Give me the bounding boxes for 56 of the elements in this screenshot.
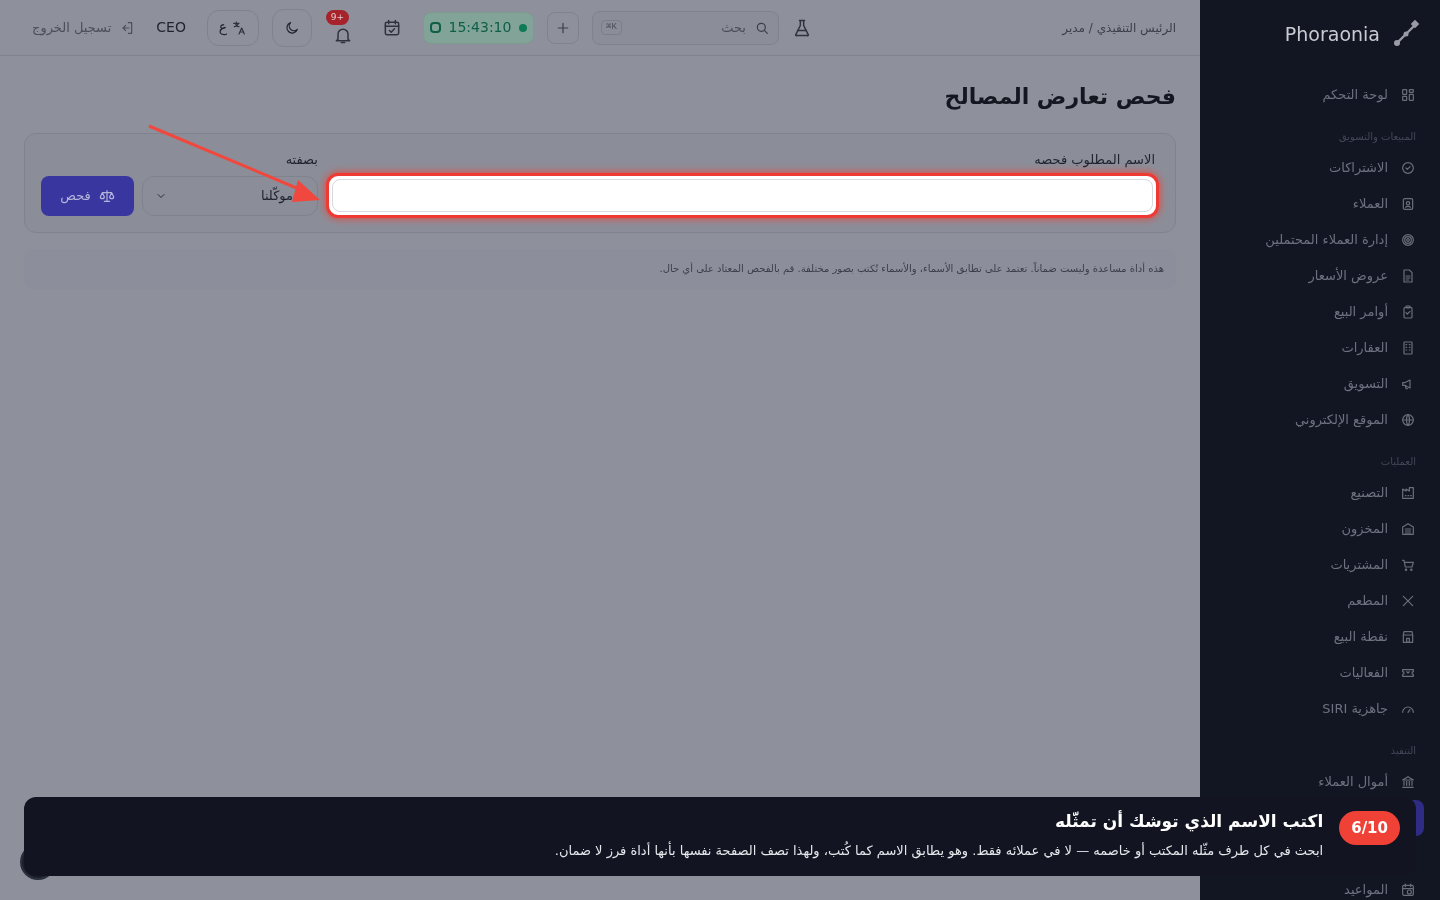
notification-badge: +9	[325, 9, 349, 25]
shortcut-key: K⌘	[600, 19, 622, 36]
moon-icon	[283, 19, 300, 36]
breadcrumb: الرئيس التنفيذي / مدير	[1062, 19, 1176, 37]
translate-icon	[231, 19, 248, 36]
building-icon	[1400, 339, 1416, 356]
logo-icon	[1392, 20, 1420, 49]
document-icon	[1400, 267, 1416, 284]
sidebar-item[interactable]: نقطة البيع	[1200, 618, 1440, 655]
sidebar-item[interactable]: إدارة العملاء المحتملين	[1200, 221, 1440, 258]
check-circle-icon	[1400, 159, 1416, 176]
name-field[interactable]	[326, 172, 1159, 218]
sidebar-item[interactable]: التسويق	[1200, 365, 1440, 402]
timer-pill[interactable]: 15:43:10	[422, 11, 534, 44]
id-card-icon	[1400, 195, 1416, 212]
timer-time: 15:43:10	[448, 18, 512, 37]
sidebar-item[interactable]: المشتريات	[1200, 546, 1440, 583]
grid-icon	[1400, 86, 1416, 103]
scale-icon	[98, 187, 115, 204]
sidebar-item[interactable]: الفعاليات	[1200, 654, 1440, 691]
calendar-clock-icon	[1400, 881, 1416, 898]
theme-button[interactable]	[271, 8, 312, 47]
page-title: فحص تعارض المصالح	[943, 83, 1176, 112]
store-icon	[1400, 628, 1416, 645]
stop-icon	[429, 22, 441, 33]
sidebar-item[interactable]: الموقع الإلكتروني	[1200, 401, 1440, 438]
sidebar-item[interactable]: العملاء	[1200, 185, 1440, 222]
sidebar-item[interactable]: المواعيد	[1200, 871, 1440, 900]
sidebar-item[interactable]: عروض الأسعار	[1200, 257, 1440, 294]
warehouse-icon	[1400, 520, 1416, 537]
globe-icon	[1400, 411, 1416, 428]
tour-title: اكتب الاسم الذي توشك أن تمثّله	[1053, 809, 1324, 834]
sidebar-item[interactable]: المطعم	[1200, 582, 1440, 619]
target-icon	[1400, 231, 1416, 248]
note-text: هذه أداة مساعدة وليست ضماناً. تعتمد على تطابق الأسماء، والأسماء تُكتب بصور مختلفة. قم بالفحص المعتاد على أي حال.	[659, 261, 1164, 276]
clipboard-icon	[1400, 303, 1416, 320]
step-badge: 6/10	[1339, 811, 1400, 845]
bank-icon	[1400, 773, 1416, 790]
sidebar-item[interactable]: جاهزية SIRI	[1200, 690, 1440, 727]
brand-name: Phoraonia	[1284, 22, 1380, 47]
role-label: CEO	[155, 18, 187, 37]
language-button[interactable]: ع	[206, 9, 259, 46]
check-button[interactable]: فحص	[41, 175, 134, 216]
tour-body: ابحث في كل طرف مثّله المكتب أو خاصمه — لا في عملائه فقط. وهو يطابق الاسم كما كُتب، ولهذا تصف الصفحة نفسها بأنها أداة فرز لا ضمان.	[554, 840, 1324, 860]
field-label: الاسم المطلوب فحصه	[1033, 151, 1156, 170]
sidebar-item[interactable]: الاشتراكات	[1200, 149, 1440, 186]
sidebar-item[interactable]: لوحة التحكم	[1200, 76, 1440, 113]
sidebar-item[interactable]: أوامر البيع	[1200, 293, 1440, 330]
sidebar-item[interactable]: التصنيع	[1200, 474, 1440, 511]
field-label: بصفته	[284, 151, 318, 169]
factory-icon	[1400, 484, 1416, 501]
sidebar-item[interactable]: المخزون	[1200, 510, 1440, 547]
sidebar-item[interactable]: العقارات	[1200, 329, 1440, 366]
search-input[interactable]: بحث	[629, 17, 746, 38]
logout-button[interactable]: تسجيل الخروج	[32, 17, 136, 38]
sidebar-item[interactable]: أموال العملاء	[1200, 763, 1440, 800]
